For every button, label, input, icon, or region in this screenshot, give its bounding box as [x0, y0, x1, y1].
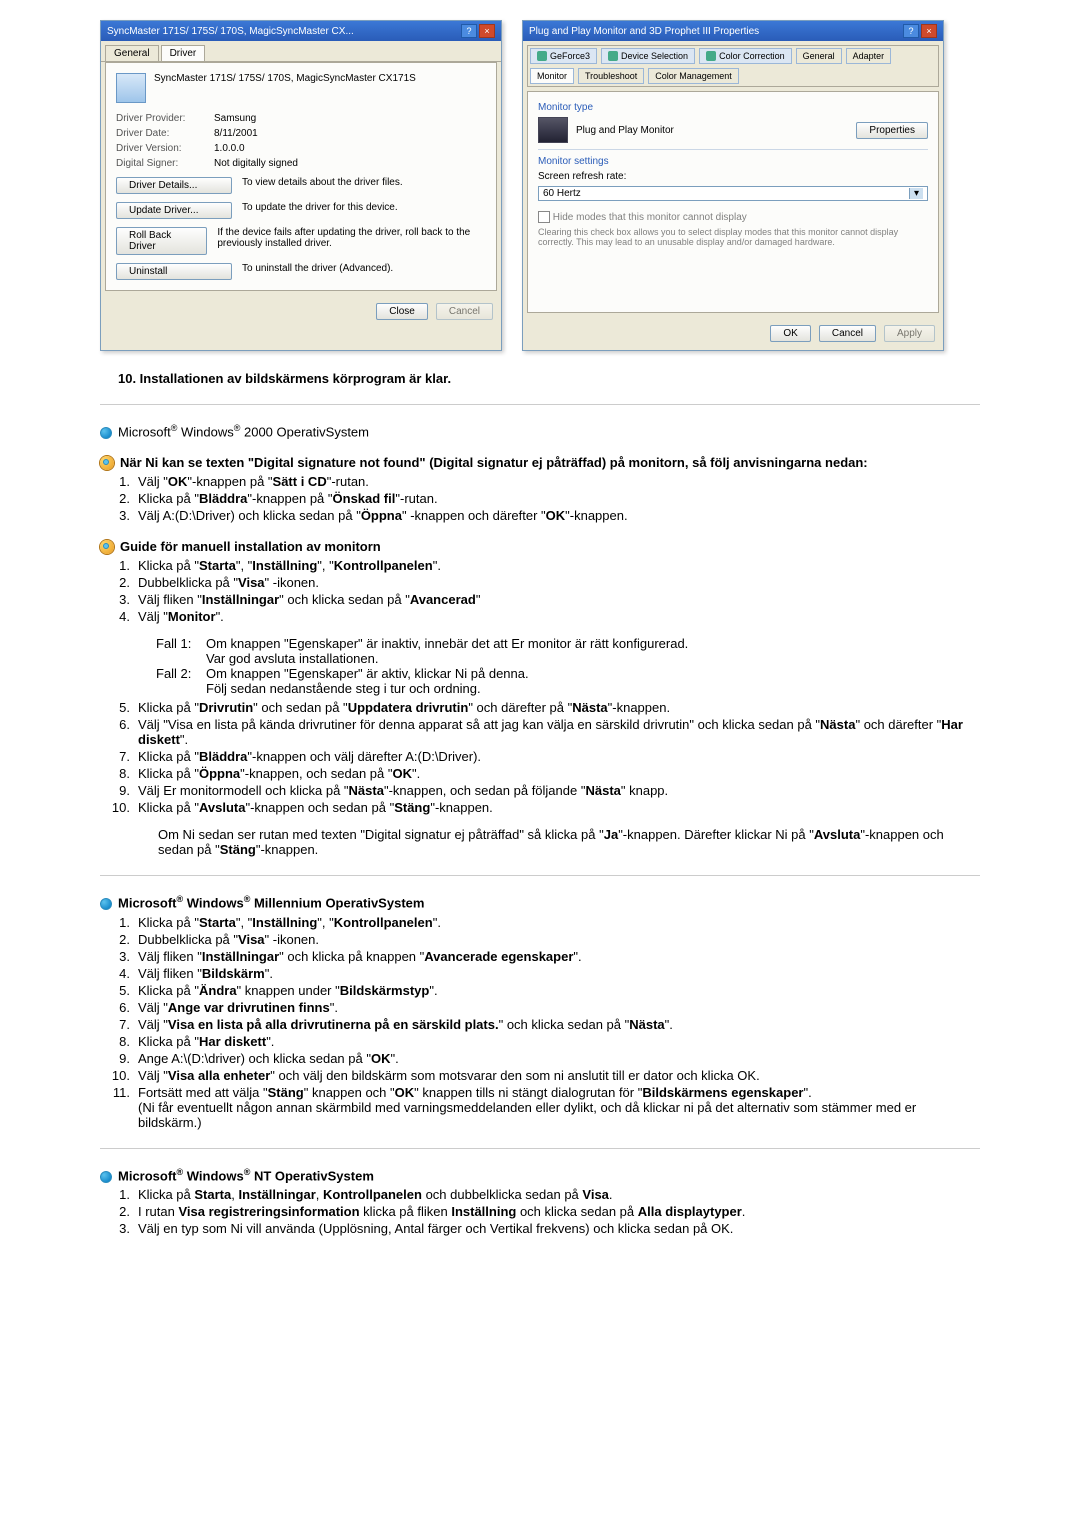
tab-color-management[interactable]: Color Management — [648, 68, 739, 84]
monitor-type-value: Plug and Play Monitor — [576, 125, 848, 136]
monitor-properties-dialog: Plug and Play Monitor and 3D Prophet III… — [522, 20, 944, 351]
list-winnt: 1.Klicka på Starta, Inställningar, Kontr… — [100, 1187, 980, 1236]
provider-value: Samsung — [214, 113, 256, 124]
list-digital-signature: 1.Välj "OK"-knappen på "Sätt i CD"-rutan… — [100, 474, 980, 523]
tab-geforce3[interactable]: GeForce3 — [530, 48, 597, 64]
gear-icon — [100, 456, 114, 470]
rollback-driver-button[interactable]: Roll Back Driver — [116, 227, 207, 255]
tab-device-selection[interactable]: Device Selection — [601, 48, 695, 64]
list-winme: 1.Klicka på "Starta", "Inställning", "Ko… — [100, 915, 980, 1130]
step-10-text: 10. Installationen av bildskärmens körpr… — [118, 371, 980, 386]
date-label: Driver Date: — [116, 128, 206, 139]
divider — [100, 1148, 980, 1149]
dialog-title: SyncMaster 171S/ 175S/ 170S, MagicSyncMa… — [107, 26, 354, 37]
cancel-button: Cancel — [436, 303, 493, 320]
tab-monitor[interactable]: Monitor — [530, 68, 574, 84]
divider — [100, 404, 980, 405]
tab-driver[interactable]: Driver — [161, 45, 206, 61]
monitor-settings-label: Monitor settings — [538, 149, 928, 167]
dialog-tabs: GeForce3 Device Selection Color Correcti… — [527, 45, 939, 87]
nvidia-icon — [537, 51, 547, 61]
tab-general[interactable]: General — [105, 45, 159, 61]
cancel-button[interactable]: Cancel — [819, 325, 876, 342]
fall2: Fall 2:Om knappen "Egenskaper" är aktiv,… — [100, 666, 980, 696]
update-driver-button[interactable]: Update Driver... — [116, 202, 232, 219]
monitor-properties-button[interactable]: Properties — [856, 122, 928, 139]
version-label: Driver Version: — [116, 143, 206, 154]
dialog-titlebar: SyncMaster 171S/ 175S/ 170S, MagicSyncMa… — [101, 21, 501, 41]
driver-details-text: To view details about the driver files. — [242, 177, 403, 188]
device-icon — [116, 73, 146, 103]
driver-properties-dialog: SyncMaster 171S/ 175S/ 170S, MagicSyncMa… — [100, 20, 502, 351]
rollback-driver-text: If the device fails after updating the d… — [217, 227, 486, 249]
bullet-icon — [100, 427, 112, 439]
monitor-icon — [538, 117, 568, 143]
monitor-type-label: Monitor type — [538, 102, 928, 113]
provider-label: Driver Provider: — [116, 113, 206, 124]
ok-button[interactable]: OK — [770, 325, 810, 342]
heading-winme: Microsoft® Windows® Millennium OperativS… — [100, 894, 980, 910]
dialog-body: Monitor type Plug and Play Monitor Prope… — [527, 91, 939, 313]
dialog-titlebar: Plug and Play Monitor and 3D Prophet III… — [523, 21, 943, 41]
nvidia-icon — [608, 51, 618, 61]
dialog-tabs: General Driver — [101, 41, 501, 62]
apply-button: Apply — [884, 325, 935, 342]
driver-details-button[interactable]: Driver Details... — [116, 177, 232, 194]
close-button[interactable]: Close — [376, 303, 428, 320]
chevron-down-icon: ▾ — [909, 188, 923, 199]
help-icon[interactable]: ? — [461, 24, 477, 38]
version-value: 1.0.0.0 — [214, 143, 245, 154]
tab-adapter[interactable]: Adapter — [846, 48, 892, 64]
close-icon[interactable]: × — [921, 24, 937, 38]
refresh-rate-label: Screen refresh rate: — [538, 171, 928, 182]
tab-general[interactable]: General — [796, 48, 842, 64]
tab-troubleshoot[interactable]: Troubleshoot — [578, 68, 644, 84]
heading-digital-signature: När Ni kan se texten "Digital signature … — [100, 455, 980, 470]
nvidia-icon — [706, 51, 716, 61]
tab-color-correction[interactable]: Color Correction — [699, 48, 792, 64]
date-value: 8/11/2001 — [214, 128, 258, 139]
update-driver-text: To update the driver for this device. — [242, 202, 398, 213]
signer-label: Digital Signer: — [116, 158, 206, 169]
screenshot-row: SyncMaster 171S/ 175S/ 170S, MagicSyncMa… — [100, 20, 980, 351]
dialog-title: Plug and Play Monitor and 3D Prophet III… — [529, 26, 759, 37]
heading-manual-install: Guide för manuell installation av monito… — [100, 539, 980, 554]
heading-winnt: Microsoft® Windows® NT OperativSystem — [100, 1167, 980, 1183]
gear-icon — [100, 540, 114, 554]
hide-modes-label: Hide modes that this monitor cannot disp… — [553, 212, 747, 223]
uninstall-button[interactable]: Uninstall — [116, 263, 232, 280]
after-manual-text: Om Ni sedan ser rutan med texten "Digita… — [100, 827, 980, 857]
refresh-rate-select[interactable]: 60 Hertz▾ — [538, 186, 928, 201]
dialog-body: SyncMaster 171S/ 175S/ 170S, MagicSyncMa… — [105, 62, 497, 291]
device-name: SyncMaster 171S/ 175S/ 170S, MagicSyncMa… — [154, 73, 416, 84]
bullet-icon — [100, 1171, 112, 1183]
bullet-icon — [100, 898, 112, 910]
fall1: Fall 1:Om knappen "Egenskaper" är inakti… — [100, 636, 980, 666]
close-icon[interactable]: × — [479, 24, 495, 38]
hide-modes-help: Clearing this check box allows you to se… — [538, 227, 928, 247]
uninstall-text: To uninstall the driver (Advanced). — [242, 263, 393, 274]
signer-value: Not digitally signed — [214, 158, 298, 169]
window-buttons: ?× — [459, 24, 495, 38]
window-buttons: ?× — [901, 24, 937, 38]
help-icon[interactable]: ? — [903, 24, 919, 38]
hide-modes-checkbox[interactable] — [538, 211, 550, 223]
divider — [100, 875, 980, 876]
list-manual-install: 1.Klicka på "Starta", "Inställning", "Ko… — [100, 558, 980, 624]
list-manual-install-cont: 5.Klicka på "Drivrutin" och sedan på "Up… — [100, 700, 980, 815]
heading-win2000: Microsoft® Windows® 2000 OperativSystem — [100, 423, 980, 439]
